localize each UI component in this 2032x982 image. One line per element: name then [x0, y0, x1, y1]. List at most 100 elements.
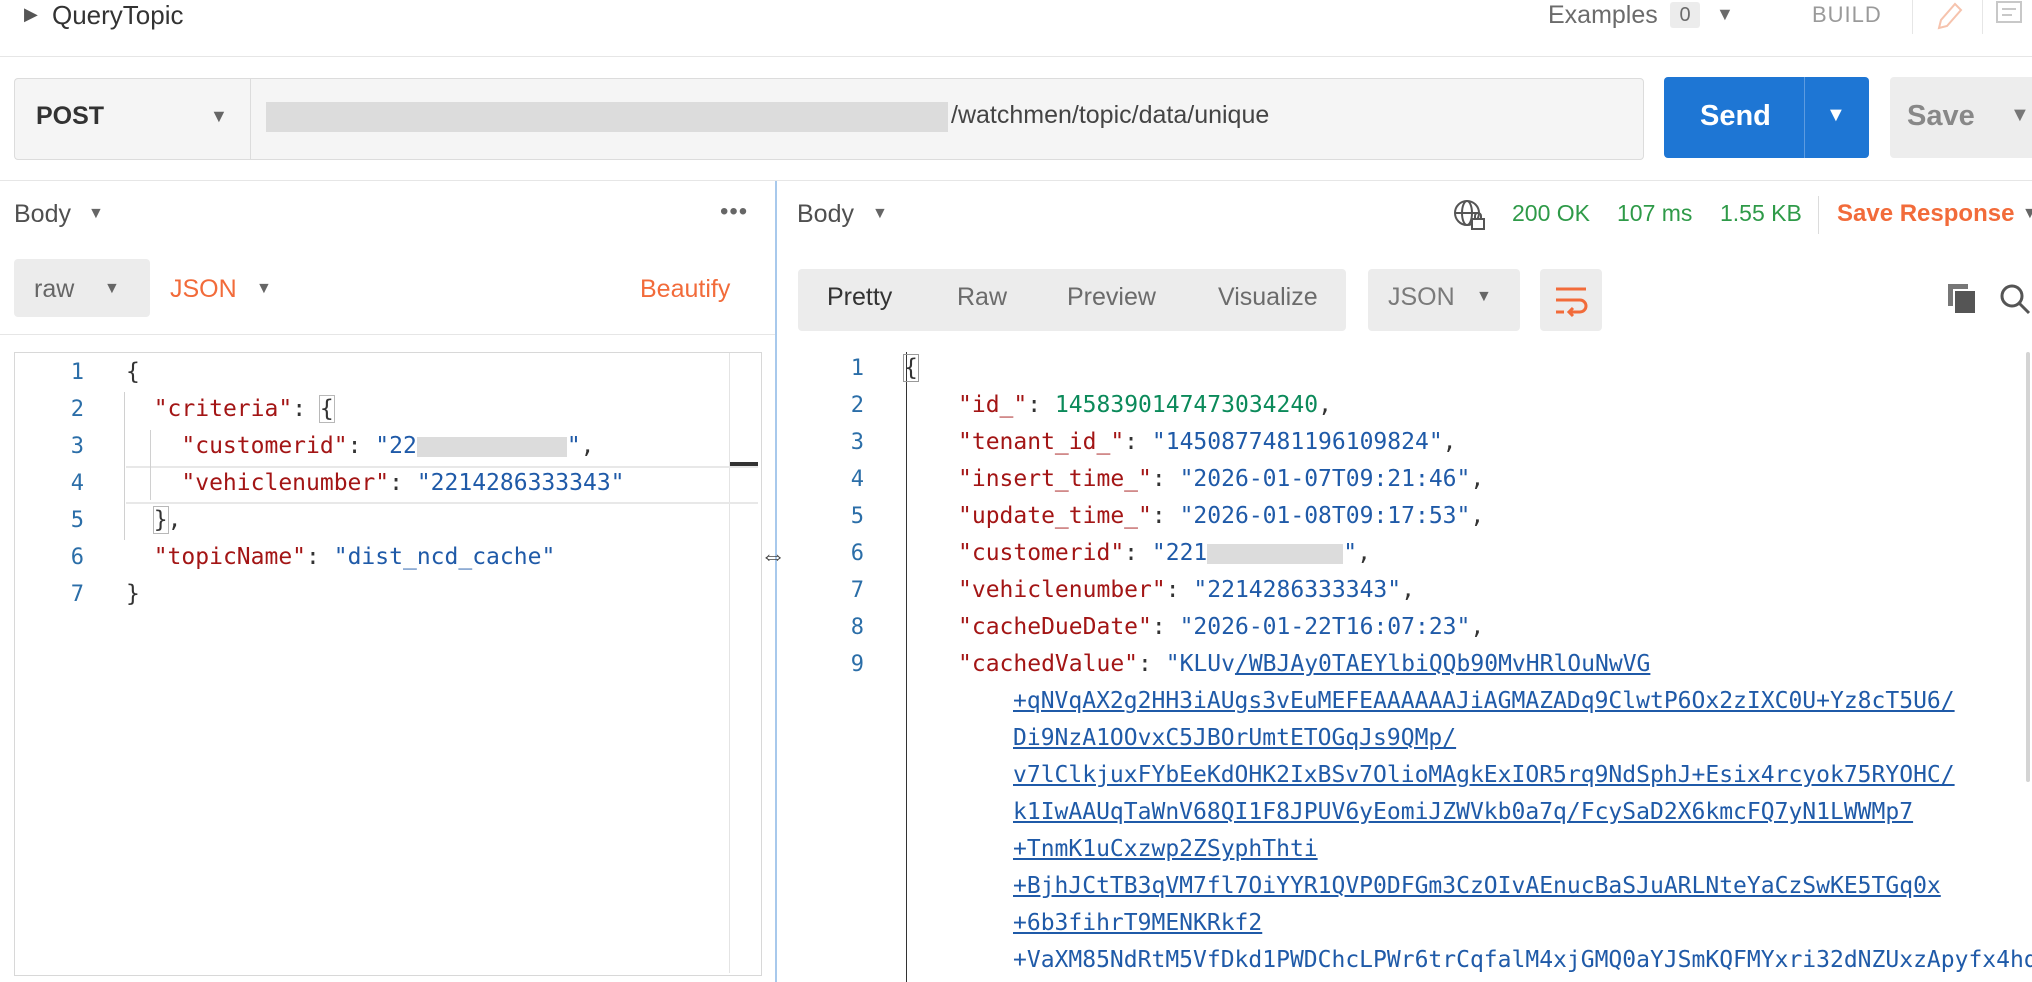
json-string-value: "1450877481196109824": [1151, 429, 1443, 455]
json-string-value: "2214286333343": [416, 470, 625, 496]
code-line: "tenant_id_": "1450877481196109824",: [958, 429, 1457, 455]
line-number: 5: [70, 508, 84, 533]
tab-raw[interactable]: Raw: [957, 283, 1007, 312]
line-number: 2: [850, 393, 864, 418]
chevron-down-icon: ▼: [210, 106, 228, 126]
chevron-down-icon[interactable]: ▼: [88, 205, 104, 223]
line-number: 1: [850, 356, 864, 381]
cached-value-link[interactable]: Di9NzA1OOvxC5JBOrUmtETOGqJs9QMp/: [1013, 720, 1456, 757]
status-code[interactable]: 200 OK: [1512, 200, 1590, 227]
more-icon[interactable]: •••: [720, 198, 748, 226]
json-key: "criteria": [153, 396, 293, 422]
json-key: "customerid": [958, 540, 1125, 566]
build-mode-label[interactable]: BUILD: [1812, 2, 1882, 28]
save-options-chevron-icon[interactable]: ▼: [2010, 104, 2030, 127]
json-key: "tenant_id_": [958, 429, 1125, 455]
section-separator: [0, 180, 2032, 181]
examples-count-badge: 0: [1670, 2, 1700, 28]
chevron-down-icon: ▼: [1476, 288, 1492, 305]
json-string-value: "221: [1151, 540, 1208, 566]
chevron-down-icon: ▼: [104, 280, 120, 297]
line-number: 4: [850, 467, 864, 492]
line-number: 4: [70, 471, 84, 496]
fold-guide: [906, 352, 907, 982]
url-host-redacted: [266, 102, 948, 132]
cached-value-link[interactable]: +qNVqAX2g2HH3iAUgs3vEuMEFEAAAAAAJiAGMAZA…: [1013, 683, 1955, 720]
chevron-down-icon[interactable]: ▼: [256, 280, 272, 298]
send-options-chevron-icon[interactable]: ▼: [1826, 104, 1846, 127]
cached-value-link[interactable]: k1IwAAUqTaWnV68QI1F8JPUV6yEomiJZWVkb0a7q…: [1013, 794, 1913, 831]
edit-button[interactable]: [1912, 0, 1983, 34]
code-line: "cacheDueDate": "2026-01-22T16:07:23",: [958, 614, 1485, 640]
editor-scrollbar[interactable]: [729, 353, 730, 973]
divider: [1818, 196, 1819, 234]
code-line: "vehiclenumber": "2214286333343": [181, 470, 625, 496]
code-line: {: [903, 354, 919, 382]
response-body-tab[interactable]: Body: [797, 200, 854, 229]
tab-pretty[interactable]: Pretty: [827, 283, 892, 312]
wrap-lines-button[interactable]: [1540, 269, 1602, 331]
chevron-down-icon[interactable]: ▼: [2022, 205, 2032, 223]
response-time[interactable]: 107 ms: [1617, 200, 1692, 227]
line-number: 2: [70, 397, 84, 422]
json-key: "update_time_": [958, 503, 1152, 529]
resize-icon[interactable]: ⇔: [760, 540, 786, 571]
json-string-value: "2026-01-22T16:07:23": [1179, 614, 1471, 640]
code-line: "update_time_": "2026-01-08T09:17:53",: [958, 503, 1485, 529]
request-name[interactable]: QueryTopic: [52, 0, 184, 30]
line-number: 7: [70, 582, 84, 607]
json-key: "id_": [958, 392, 1028, 418]
body-format-select[interactable]: JSON: [170, 275, 237, 304]
line-number: 3: [70, 434, 84, 459]
method-value: POST: [36, 102, 105, 130]
json-key: "cachedValue": [958, 651, 1139, 677]
brace-open: {: [126, 359, 140, 385]
line-number: 1: [70, 360, 84, 385]
body-mode-value: raw: [34, 275, 75, 303]
pane-divider[interactable]: [775, 181, 777, 982]
cached-value-link[interactable]: +BjhJCtTB3qVM7fl7OiYYR1QVP0DFGm3CzOIvAEn…: [1013, 868, 1941, 905]
chevron-down-icon[interactable]: ▼: [1716, 4, 1734, 25]
globe-lock-icon[interactable]: [1452, 198, 1486, 232]
json-key: "vehiclenumber": [958, 577, 1166, 603]
send-divider: [1804, 77, 1805, 158]
cached-value-link[interactable]: +TnmK1uCxzwp2ZSyphThti: [1013, 831, 1318, 868]
json-string-value: "KLUv: [1165, 651, 1235, 677]
json-string-value: "2214286333343": [1193, 577, 1402, 603]
chevron-down-icon[interactable]: ▼: [872, 205, 888, 223]
cached-value-link[interactable]: +6b3fihrT9MENKRkf2: [1013, 905, 1262, 942]
code-line: "insert_time_": "2026-01-07T09:21:46",: [958, 466, 1485, 492]
response-scrollbar[interactable]: [2026, 352, 2030, 782]
line-number: 6: [70, 545, 84, 570]
line-number: 9: [850, 652, 864, 677]
comments-button[interactable]: [1982, 0, 2032, 34]
json-string-value: "dist_ncd_cache": [333, 544, 556, 570]
copy-icon[interactable]: [1944, 280, 1980, 316]
code-line: "topicName": "dist_ncd_cache": [153, 544, 556, 570]
comment-icon: [1996, 1, 2022, 23]
redacted-value: [1207, 543, 1344, 564]
json-string-value: "22: [375, 433, 417, 459]
tab-visualize[interactable]: Visualize: [1218, 283, 1318, 312]
save-response-button[interactable]: Save Response: [1837, 200, 2014, 228]
json-key: "cacheDueDate": [958, 614, 1152, 640]
beautify-button[interactable]: Beautify: [640, 275, 730, 304]
json-string-value: "2026-01-07T09:21:46": [1179, 466, 1471, 492]
cached-value-link[interactable]: v7lClkjuxFYbEeKdOHK2IxBSv7OlioMAgkExIOR5…: [1013, 757, 1955, 794]
request-body-tab[interactable]: Body: [14, 200, 71, 229]
tab-preview[interactable]: Preview: [1067, 283, 1156, 312]
separator: [0, 334, 775, 335]
code-line: "criteria": {: [153, 395, 335, 423]
caret-right-icon[interactable]: ▶: [24, 4, 38, 25]
json-key: "customerid": [181, 433, 348, 459]
response-size[interactable]: 1.55 KB: [1720, 200, 1802, 227]
code-line: "vehiclenumber": "2214286333343",: [958, 577, 1415, 603]
send-label: Send: [1700, 100, 1771, 132]
wrap-lines-icon: [1556, 287, 1588, 318]
code-line: "cachedValue": "KLUv/WBJAy0TAEYlbiQQb90M…: [958, 651, 1651, 677]
search-icon[interactable]: [1996, 280, 2032, 316]
examples-button[interactable]: Examples: [1548, 0, 1658, 30]
line-number: 5: [850, 504, 864, 529]
cached-value-link[interactable]: /WBJAy0TAEYlbiQQb90MvHRlOuNwVG: [1235, 651, 1650, 677]
pencil-icon: [1937, 2, 1963, 30]
